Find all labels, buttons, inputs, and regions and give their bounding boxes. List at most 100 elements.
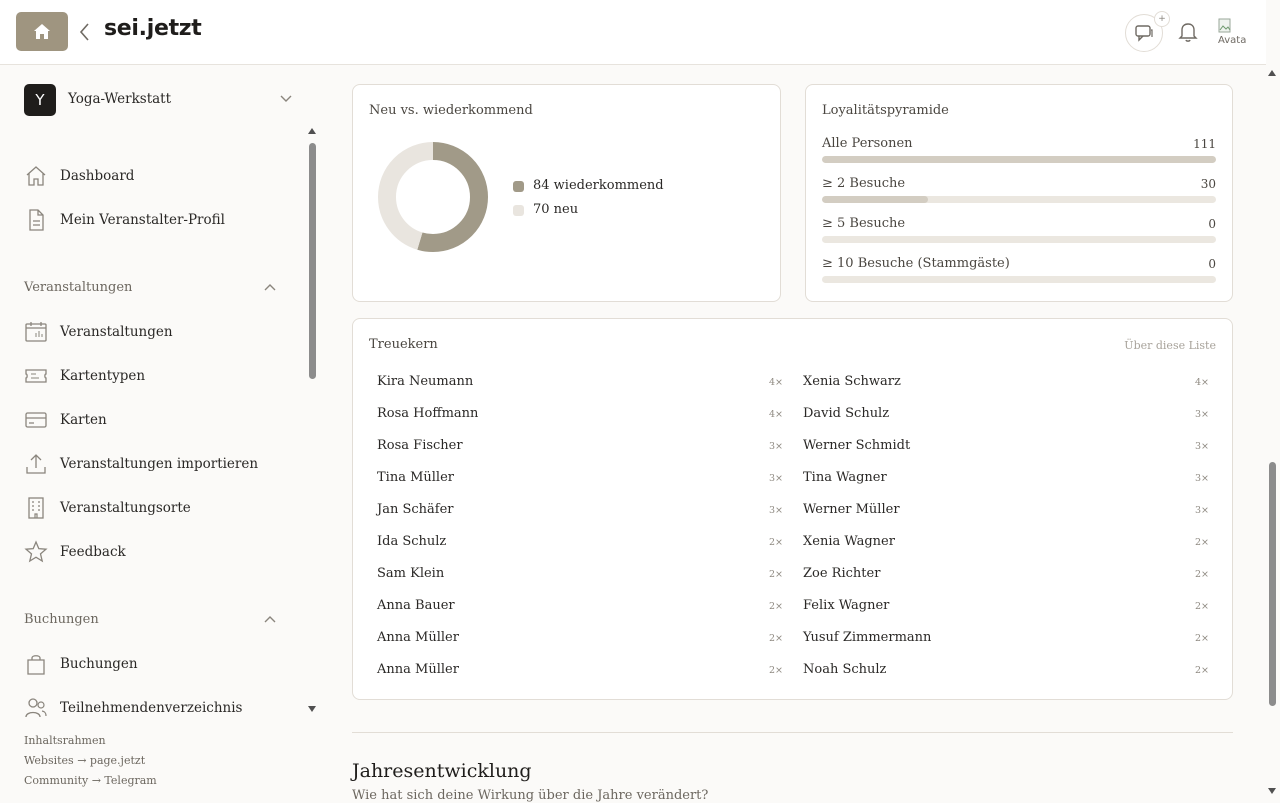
visit-count: 2× — [768, 537, 783, 548]
ticket-icon — [25, 369, 47, 383]
sidebar-item-karten[interactable]: Karten — [24, 408, 294, 434]
list-item[interactable]: Sam Klein 2× — [377, 566, 783, 586]
legend-swatch-returning — [513, 181, 524, 192]
list-item[interactable]: Xenia Wagner 2× — [803, 534, 1209, 554]
new-vs-returning-card: Neu vs. wiederkommend 84 wiederkommend 7… — [352, 84, 781, 302]
home-button[interactable] — [16, 12, 68, 51]
list-item[interactable]: Zoe Richter 2× — [803, 566, 1209, 586]
list-item[interactable]: Tina Müller 3× — [377, 470, 783, 490]
visit-count: 4× — [1194, 377, 1209, 388]
workspace-switcher[interactable]: Y Yoga-Werkstatt — [24, 84, 294, 116]
scroll-up-arrow-icon[interactable] — [1268, 70, 1276, 76]
card-icon — [25, 412, 47, 428]
main-scrollbar-thumb[interactable] — [1269, 462, 1276, 706]
pyramid-row: ≥ 2 Besuche 30 — [822, 176, 1216, 203]
pyramid-bar-track — [822, 196, 1216, 203]
pyramid-row-label: ≥ 2 Besuche — [822, 176, 906, 191]
star-icon — [24, 540, 48, 563]
list-item[interactable]: David Schulz 3× — [803, 406, 1209, 426]
list-item[interactable]: Anna Müller 2× — [377, 662, 783, 682]
list-item[interactable]: Noah Schulz 2× — [803, 662, 1209, 682]
pyramid-row-label: Alle Personen — [822, 136, 913, 151]
sidebar-item-label: Veranstaltungen — [60, 324, 173, 340]
list-item[interactable]: Jan Schäfer 3× — [377, 502, 783, 522]
sidebar-scrollbar-thumb[interactable] — [309, 143, 316, 379]
section-veranstaltungen[interactable]: Veranstaltungen — [24, 278, 278, 298]
footer-link-websites[interactable]: Websites → page.jetzt — [24, 754, 145, 767]
sidebar-item-orte[interactable]: Veranstaltungsorte — [24, 496, 294, 522]
footer-link-community[interactable]: Community → Telegram — [24, 774, 157, 787]
sidebar: Y Yoga-Werkstatt Dashboard Mein Veransta… — [0, 65, 322, 800]
sidebar-item-veranstaltungen[interactable]: Veranstaltungen — [24, 320, 294, 346]
pyramid-row: ≥ 5 Besuche 0 — [822, 216, 1216, 243]
sidebar-item-teilnehmende[interactable]: Teilnehmendenverzeichnis — [24, 696, 294, 722]
chat-add-badge[interactable]: + — [1154, 11, 1170, 27]
person-name: Rosa Hoffmann — [377, 406, 479, 421]
card-title: Neu vs. wiederkommend — [369, 103, 533, 118]
person-name: Xenia Wagner — [803, 534, 895, 549]
sidebar-item-label: Veranstaltungen importieren — [60, 456, 259, 472]
section-title: Veranstaltungen — [24, 280, 133, 295]
chevron-up-icon — [264, 616, 276, 623]
list-item[interactable]: Kira Neumann 4× — [377, 374, 783, 394]
section-subtitle-annual: Wie hat sich deine Wirkung über die Jahr… — [352, 788, 709, 803]
person-name: Xenia Schwarz — [803, 374, 901, 389]
legend-swatch-new — [513, 205, 524, 216]
home-icon — [34, 24, 50, 39]
scroll-up-arrow-icon[interactable] — [308, 128, 316, 134]
list-item[interactable]: Felix Wagner 2× — [803, 598, 1209, 618]
section-heading-annual: Jahresentwicklung — [352, 760, 532, 782]
sidebar-item-kartentypen[interactable]: Kartentypen — [24, 364, 294, 390]
list-item[interactable]: Yusuf Zimmermann 2× — [803, 630, 1209, 650]
home-icon — [26, 166, 46, 186]
list-item[interactable]: Werner Schmidt 3× — [803, 438, 1209, 458]
visit-count: 2× — [1194, 665, 1209, 676]
sidebar-item-buchungen[interactable]: Buchungen — [24, 652, 294, 678]
section-buchungen[interactable]: Buchungen — [24, 610, 278, 630]
person-name: Anna Müller — [377, 662, 459, 677]
person-name: Felix Wagner — [803, 598, 890, 613]
list-item[interactable]: Rosa Fischer 3× — [377, 438, 783, 458]
visit-count: 3× — [768, 473, 783, 484]
list-item[interactable]: Anna Bauer 2× — [377, 598, 783, 618]
pyramid-row: ≥ 10 Besuche (Stammgäste) 0 — [822, 256, 1216, 283]
person-name: David Schulz — [803, 406, 890, 421]
list-item[interactable]: Tina Wagner 3× — [803, 470, 1209, 490]
broken-image-icon — [1218, 18, 1231, 33]
building-icon — [28, 497, 44, 519]
avatar[interactable]: Avatar — [1216, 16, 1246, 46]
person-name: Anna Müller — [377, 630, 459, 645]
treuekern-card: Treuekern Über diese Liste Kira Neumann 4… — [352, 318, 1233, 700]
person-name: Sam Klein — [377, 566, 445, 581]
sidebar-item-profile[interactable]: Mein Veranstalter-Profil — [24, 208, 294, 234]
footer-link-inhaltsrahmen[interactable]: Inhaltsrahmen — [24, 734, 106, 747]
brand-title: sei.jetzt — [104, 16, 202, 41]
sidebar-item-import[interactable]: Veranstaltungen importieren — [24, 452, 294, 478]
pyramid-row-value: 111 — [1193, 137, 1216, 151]
list-item[interactable]: Xenia Schwarz 4× — [803, 374, 1209, 394]
chevron-down-icon — [280, 95, 292, 102]
back-chevron-icon[interactable] — [78, 22, 90, 42]
sidebar-item-feedback[interactable]: Feedback — [24, 540, 294, 566]
legend-label-returning: 84 wiederkommend — [533, 178, 664, 193]
chat-icon — [1135, 25, 1153, 42]
card-title: Treuekern — [369, 337, 438, 352]
scroll-down-arrow-icon[interactable] — [308, 706, 316, 712]
chevron-up-icon — [264, 284, 276, 291]
visit-count: 2× — [1194, 633, 1209, 644]
scroll-down-arrow-icon[interactable] — [1268, 788, 1276, 794]
list-item[interactable]: Rosa Hoffmann 4× — [377, 406, 783, 426]
sidebar-item-dashboard[interactable]: Dashboard — [24, 164, 294, 190]
list-item[interactable]: Werner Müller 3× — [803, 502, 1209, 522]
person-name: Noah Schulz — [803, 662, 887, 677]
shopping-bag-icon — [27, 655, 45, 675]
bell-icon[interactable] — [1178, 21, 1198, 43]
visit-count: 3× — [768, 505, 783, 516]
visit-count: 3× — [1194, 409, 1209, 420]
document-icon — [29, 209, 44, 231]
list-item[interactable]: Ida Schulz 2× — [377, 534, 783, 554]
about-list-link[interactable]: Über diese Liste — [1124, 339, 1216, 352]
list-item[interactable]: Anna Müller 2× — [377, 630, 783, 650]
visit-count: 3× — [1194, 441, 1209, 452]
visit-count: 2× — [1194, 601, 1209, 612]
